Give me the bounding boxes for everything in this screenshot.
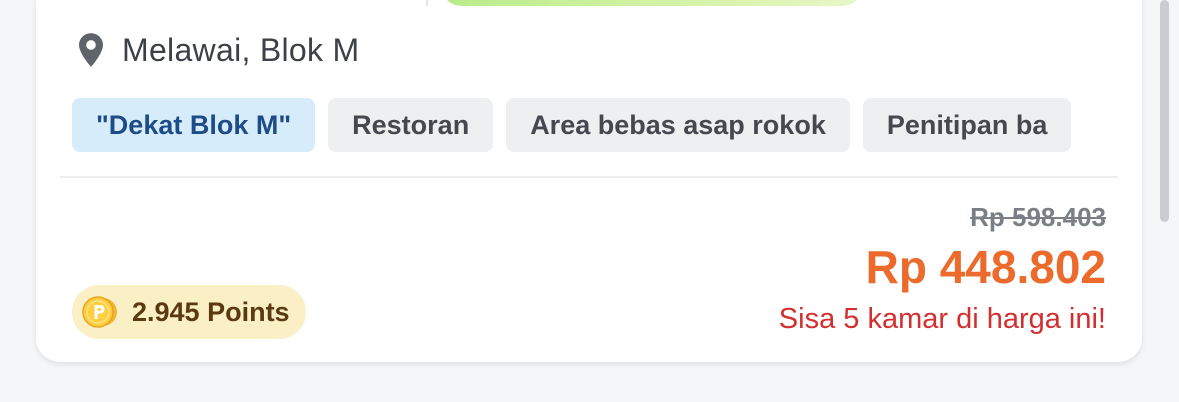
hotel-listing-card[interactable]: Melawai, Blok M "Dekat Blok M" Restoran Ar…	[36, 0, 1142, 362]
chip-area-bebas-asap-rokok[interactable]: Area bebas asap rokok	[506, 98, 850, 152]
location-text: Melawai, Blok M	[122, 31, 360, 68]
room-availability-note: Sisa 5 kamar di harga ini!	[778, 303, 1106, 335]
chip-penitipan[interactable]: Penitipan ba	[862, 98, 1072, 152]
top-banner	[440, 0, 864, 6]
top-divider	[426, 0, 428, 6]
chip-dekat-blok-m[interactable]: "Dekat Blok M"	[72, 98, 316, 152]
current-price: Rp 448.802	[865, 241, 1106, 293]
location-pin-icon	[79, 33, 103, 67]
chip-restoran[interactable]: Restoran	[328, 98, 494, 152]
price-block: Rp 598.403 Rp 448.802 Sisa 5 kamar di ha…	[779, 202, 1106, 336]
original-price: Rp 598.403	[970, 202, 1106, 232]
scrollbar[interactable]	[1160, 0, 1169, 222]
points-badge: 2.945 Points	[72, 285, 306, 339]
points-label: 2.945 Points	[132, 296, 290, 327]
location-row: Melawai, Blok M	[76, 30, 359, 70]
section-divider	[60, 176, 1118, 178]
points-coin-icon	[82, 296, 117, 328]
facility-chips[interactable]: "Dekat Blok M" Restoran Area bebas asap ro…	[72, 98, 1107, 152]
